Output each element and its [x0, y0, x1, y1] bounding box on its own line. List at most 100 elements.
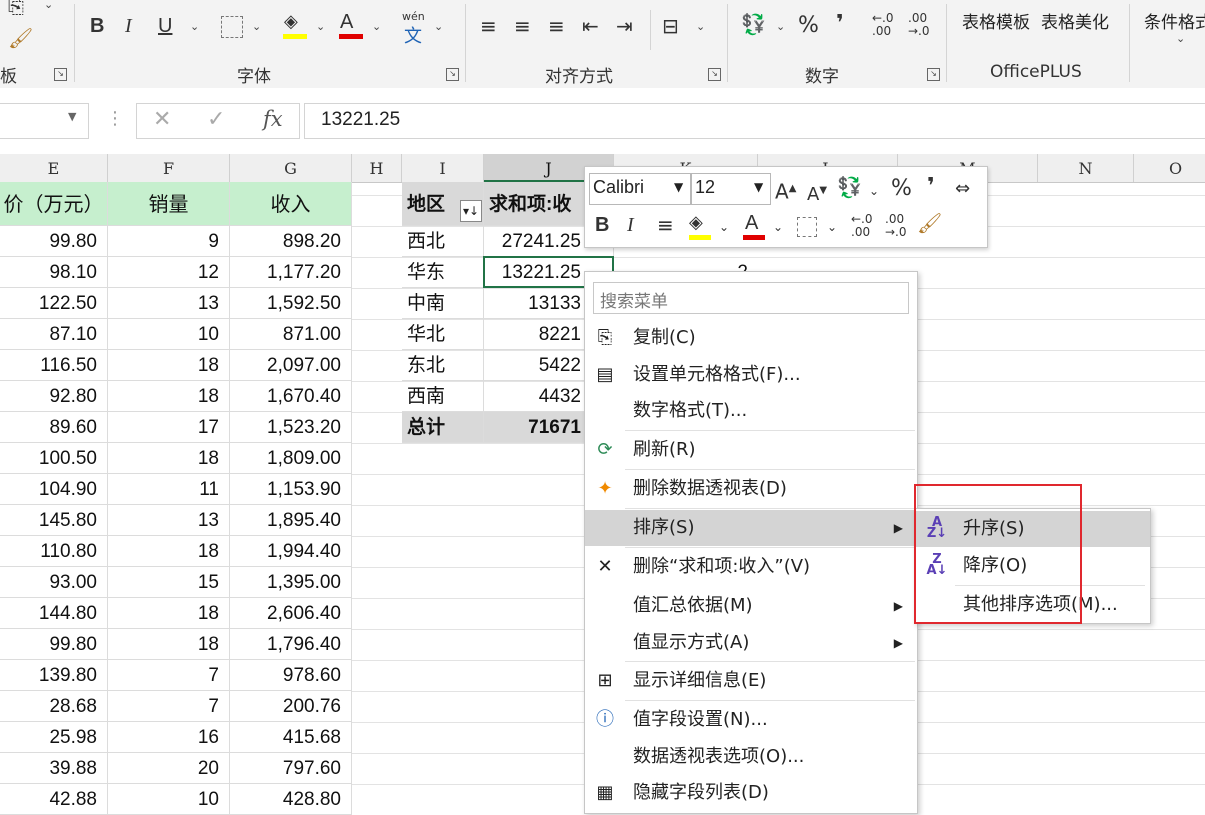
context-menu-item[interactable]: 排序(S) ▶ [585, 510, 917, 546]
accounting-dropdown-icon[interactable]: ⌄ [869, 179, 879, 203]
percent-style-button[interactable]: % [798, 14, 819, 38]
price-cell[interactable]: 89.60 [0, 412, 108, 443]
align-center-icon[interactable]: ≡ [514, 14, 531, 38]
quantity-cell[interactable]: 7 [108, 691, 230, 722]
mini-bold-button[interactable]: B [595, 213, 609, 237]
wrap-text-icon[interactable]: ⇔ [955, 177, 970, 201]
price-cell[interactable]: 122.50 [0, 288, 108, 319]
column-header-e[interactable]: E [0, 154, 108, 182]
merge-dropdown-icon[interactable]: ⌄ [696, 20, 705, 33]
quantity-cell[interactable]: 9 [108, 226, 230, 257]
quantity-cell[interactable]: 18 [108, 350, 230, 381]
shrink-font-icon[interactable]: A▼ [807, 179, 827, 207]
context-menu-item[interactable]: ⓘ 值字段设置(N)... [585, 702, 917, 738]
price-cell[interactable]: 93.00 [0, 567, 108, 598]
insert-function-icon[interactable]: fx [263, 107, 283, 131]
price-cell[interactable]: 39.88 [0, 753, 108, 784]
context-menu-item[interactable]: 值显示方式(A) ▶ [585, 625, 917, 661]
decrease-indent-icon[interactable]: ⇤ [582, 14, 599, 38]
revenue-cell[interactable]: 978.60 [230, 660, 352, 691]
mini-comma-button[interactable]: ❜ [927, 175, 935, 199]
column-header-f[interactable]: F [108, 154, 230, 182]
clipboard-launcher-icon[interactable]: ↘ [54, 68, 67, 81]
mini-format-painter-icon[interactable]: 🖌 [917, 211, 942, 235]
pivot-region-cell[interactable]: 东北 [402, 350, 484, 381]
mini-fill-color-icon[interactable]: ◈ [689, 211, 703, 235]
mini-font-color-dropdown-icon[interactable]: ⌄ [773, 215, 783, 239]
price-cell[interactable]: 98.10 [0, 257, 108, 288]
font-size-box[interactable]: 12 ▼ [691, 173, 771, 205]
mini-font-color-icon[interactable]: A [745, 211, 758, 235]
quantity-cell[interactable]: 16 [108, 722, 230, 753]
revenue-cell[interactable]: 1,177.20 [230, 257, 352, 288]
context-menu-item[interactable]: 数据透视表选项(O)... [585, 739, 917, 775]
price-cell[interactable]: 145.80 [0, 505, 108, 536]
pivot-region-cell[interactable]: 华北 [402, 319, 484, 350]
font-name-dropdown-icon[interactable]: ▼ [674, 180, 683, 194]
grow-font-icon[interactable]: A▲ [775, 177, 796, 204]
bold-button[interactable]: B [90, 14, 104, 38]
header-revenue[interactable]: 收入 [230, 182, 352, 226]
revenue-cell[interactable]: 1,895.40 [230, 505, 352, 536]
context-menu-item[interactable]: ✕ 删除“求和项:收入”(V) [585, 549, 917, 585]
number-launcher-icon[interactable]: ↘ [927, 68, 940, 81]
revenue-cell[interactable]: 1,670.40 [230, 381, 352, 412]
revenue-cell[interactable]: 871.00 [230, 319, 352, 350]
revenue-cell[interactable]: 1,395.00 [230, 567, 352, 598]
quantity-cell[interactable]: 12 [108, 257, 230, 288]
mini-decrease-decimal-icon[interactable]: .00 →.0 [885, 213, 907, 239]
price-cell[interactable]: 110.80 [0, 536, 108, 567]
mini-border-icon[interactable] [797, 217, 817, 237]
table-template-button[interactable]: 表格模板 [962, 8, 1030, 33]
quantity-cell[interactable]: 18 [108, 381, 230, 412]
border-dropdown-icon[interactable]: ⌄ [252, 20, 261, 33]
italic-button[interactable]: I [125, 14, 132, 38]
font-color-icon[interactable]: A [340, 10, 353, 34]
context-menu-item[interactable]: ⎘ 复制(C) [585, 320, 917, 356]
quantity-cell[interactable]: 10 [108, 319, 230, 350]
price-cell[interactable]: 99.80 [0, 629, 108, 660]
pivot-region-cell[interactable]: 中南 [402, 288, 484, 319]
price-cell[interactable]: 99.80 [0, 226, 108, 257]
revenue-cell[interactable]: 415.68 [230, 722, 352, 753]
currency-format-icon[interactable]: 💱 [741, 12, 766, 36]
price-cell[interactable]: 87.10 [0, 319, 108, 350]
increase-indent-icon[interactable]: ⇥ [616, 14, 633, 38]
revenue-cell[interactable]: 2,606.40 [230, 598, 352, 629]
quantity-cell[interactable]: 20 [108, 753, 230, 784]
context-menu-item[interactable]: 值汇总依据(M) ▶ [585, 588, 917, 624]
cancel-icon[interactable]: ✕ [153, 107, 171, 132]
mini-center-icon[interactable]: ≡ [657, 213, 674, 237]
mini-increase-decimal-icon[interactable]: ←.0.00 [851, 213, 873, 239]
context-menu-item[interactable]: ✦ 删除数据透视表(D) [585, 471, 917, 507]
fill-color-icon[interactable]: ◈ [284, 10, 298, 34]
quantity-cell[interactable]: 11 [108, 474, 230, 505]
revenue-cell[interactable]: 797.60 [230, 753, 352, 784]
price-cell[interactable]: 25.98 [0, 722, 108, 753]
price-cell[interactable]: 116.50 [0, 350, 108, 381]
font-launcher-icon[interactable]: ↘ [446, 68, 459, 81]
quantity-cell[interactable]: 17 [108, 412, 230, 443]
column-header-n[interactable]: N [1038, 154, 1134, 182]
context-menu-item[interactable]: ▦ 隐藏字段列表(D) [585, 775, 917, 811]
menu-search-input[interactable]: 搜索菜单 [593, 282, 909, 314]
border-icon[interactable] [221, 16, 243, 38]
fill-color-dropdown-icon[interactable]: ⌄ [316, 20, 325, 33]
revenue-cell[interactable]: 1,796.40 [230, 629, 352, 660]
context-menu-item[interactable]: ⟳ 刷新(R) [585, 432, 917, 468]
price-cell[interactable]: 28.68 [0, 691, 108, 722]
font-size-dropdown-icon[interactable]: ▼ [754, 180, 763, 194]
price-cell[interactable]: 144.80 [0, 598, 108, 629]
revenue-cell[interactable]: 1,153.90 [230, 474, 352, 505]
price-cell[interactable]: 100.50 [0, 443, 108, 474]
conditional-format-button[interactable]: 条件格式 [1144, 8, 1205, 33]
formula-input[interactable]: 13221.25 [304, 103, 1205, 139]
column-header-i[interactable]: I [402, 154, 484, 182]
alignment-launcher-icon[interactable]: ↘ [708, 68, 721, 81]
column-header-o[interactable]: O [1134, 154, 1205, 182]
mini-border-dropdown-icon[interactable]: ⌄ [827, 215, 837, 239]
price-cell[interactable]: 92.80 [0, 381, 108, 412]
quantity-cell[interactable]: 13 [108, 288, 230, 319]
price-cell[interactable]: 139.80 [0, 660, 108, 691]
table-beautify-button[interactable]: 表格美化 [1041, 8, 1109, 33]
